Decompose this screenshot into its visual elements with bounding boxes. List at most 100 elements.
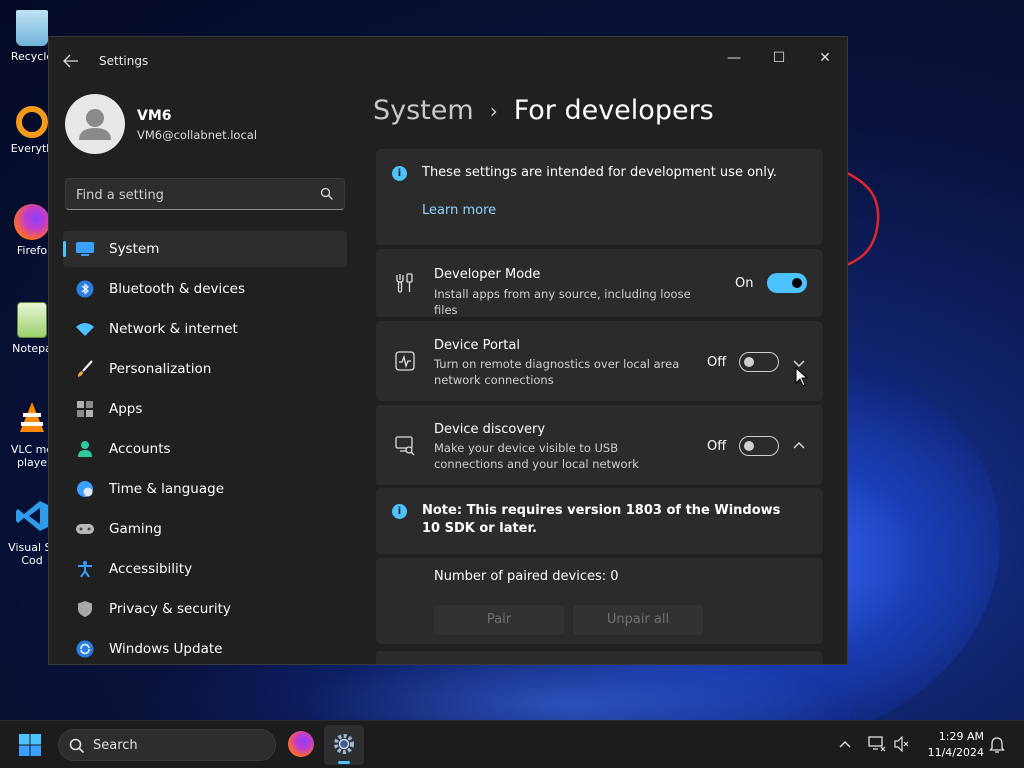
sidebar-item-label: System <box>109 241 160 257</box>
developer-tools-icon <box>396 273 413 293</box>
sidebar-item-privacy-security[interactable]: Privacy & security <box>63 591 347 627</box>
avatar[interactable] <box>65 94 125 154</box>
update-icon <box>75 639 95 659</box>
sdk-note-text: Note: This requires version 1803 of the … <box>422 503 781 536</box>
sidebar-nav: System Bluetooth & devices Network & int… <box>63 231 347 664</box>
device-discovery-icon <box>395 436 415 456</box>
breadcrumb: System › For developers <box>373 95 714 126</box>
toggle-knob <box>744 441 754 451</box>
info-text: These settings are intended for developm… <box>422 165 777 180</box>
vscode-icon <box>16 501 48 531</box>
breadcrumb-separator: › <box>489 98 498 123</box>
sidebar-item-personalization[interactable]: Personalization <box>63 351 347 387</box>
shield-icon <box>75 599 95 619</box>
next-card-partial <box>376 651 823 664</box>
accounts-icon <box>75 439 95 459</box>
back-button[interactable] <box>63 53 83 71</box>
notification-bell-icon[interactable] <box>989 736 1005 754</box>
close-button[interactable]: ✕ <box>802 43 847 73</box>
paired-devices-count: Number of paired devices: 0 <box>434 569 619 584</box>
red-annotation-curve <box>841 168 880 268</box>
device-portal-title: Device Portal <box>434 338 520 353</box>
firefox-icon <box>14 204 50 240</box>
clock-date: 11/4/2024 <box>927 746 984 759</box>
notepad-icon <box>17 302 47 338</box>
diagnostics-icon <box>395 351 415 371</box>
gear-icon <box>334 734 354 754</box>
everything-search-icon <box>16 106 48 138</box>
search-icon <box>320 187 333 200</box>
firefox-taskbar-icon[interactable] <box>288 731 314 757</box>
unpair-all-button[interactable]: Unpair all <box>573 605 703 635</box>
developer-mode-state: On <box>735 276 754 291</box>
sidebar-item-label: Windows Update <box>109 641 223 657</box>
sidebar-item-network[interactable]: Network & internet <box>63 311 347 347</box>
maximize-icon: ☐ <box>772 50 786 66</box>
toggle-knob <box>792 278 802 288</box>
network-status-icon[interactable] <box>868 736 886 752</box>
chevron-up-icon[interactable] <box>792 438 806 452</box>
breadcrumb-parent[interactable]: System <box>373 95 474 126</box>
developer-mode-toggle[interactable] <box>767 273 807 293</box>
pair-button[interactable]: Pair <box>434 605 564 635</box>
sidebar-item-apps[interactable]: Apps <box>63 391 347 427</box>
device-portal-description: Turn on remote diagnostics over local ar… <box>434 357 680 387</box>
windows-start-icon[interactable] <box>18 733 42 757</box>
device-portal-state: Off <box>707 355 727 370</box>
sidebar-item-bluetooth[interactable]: Bluetooth & devices <box>63 271 347 307</box>
developer-mode-title: Developer Mode <box>434 267 541 282</box>
system-clock[interactable]: 1:29 AM 11/4/2024 <box>922 729 984 761</box>
taskbar-search-label: Search <box>93 738 138 753</box>
active-app-indicator <box>338 761 350 764</box>
taskbar-search[interactable]: Search <box>58 729 276 761</box>
sidebar-item-label: Time & language <box>109 481 225 497</box>
info-card: i These settings are intended for develo… <box>376 149 823 245</box>
device-discovery-description: Make your device visible to USB connecti… <box>434 441 639 471</box>
sidebar-item-label: Network & internet <box>109 321 238 337</box>
search-icon <box>69 738 85 754</box>
user-name: VM6 <box>137 108 172 124</box>
settings-window: Settings — ☐ ✕ VM6 VM6@collabnet.local S… <box>48 36 848 665</box>
accessibility-icon <box>75 559 95 579</box>
system-icon <box>75 239 95 259</box>
globe-clock-icon <box>75 479 95 499</box>
chevron-up-icon[interactable] <box>838 738 852 750</box>
gamepad-icon <box>75 519 95 539</box>
sidebar-item-system[interactable]: System <box>63 231 347 267</box>
sidebar-item-label: Personalization <box>109 361 212 377</box>
user-email: VM6@collabnet.local <box>137 128 258 142</box>
user-icon <box>79 109 111 140</box>
device-discovery-state: Off <box>707 439 727 454</box>
minimize-icon: — <box>727 50 741 66</box>
sidebar-item-label: Apps <box>109 401 143 417</box>
sidebar-item-time-language[interactable]: Time & language <box>63 471 347 507</box>
brush-icon <box>75 359 95 379</box>
taskbar: Search 1:29 AM 11/4/2024 <box>0 720 1024 768</box>
apps-icon <box>75 399 95 419</box>
device-discovery-toggle[interactable] <box>739 436 779 456</box>
window-title: Settings <box>99 54 149 68</box>
find-setting-search[interactable] <box>65 178 345 210</box>
network-icon <box>75 319 95 339</box>
developer-mode-description: Install apps from any source, including … <box>434 287 691 317</box>
clock-time: 1:29 AM <box>938 730 984 743</box>
mouse-cursor-icon <box>795 367 809 387</box>
sidebar-item-label: Accessibility <box>109 561 193 577</box>
minimize-button[interactable]: — <box>711 43 757 73</box>
maximize-button[interactable]: ☐ <box>756 43 802 73</box>
volume-muted-icon[interactable] <box>894 736 910 752</box>
paired-devices-card: Number of paired devices: 0 Pair Unpair … <box>376 558 823 644</box>
developer-mode-card: Developer Mode Install apps from any sou… <box>376 249 823 317</box>
device-portal-toggle[interactable] <box>739 352 779 372</box>
toggle-knob <box>744 357 754 367</box>
sidebar-item-accessibility[interactable]: Accessibility <box>63 551 347 587</box>
sidebar-item-accounts[interactable]: Accounts <box>63 431 347 467</box>
search-input[interactable] <box>76 185 306 205</box>
sidebar-item-windows-update[interactable]: Windows Update <box>63 631 347 664</box>
sidebar-item-gaming[interactable]: Gaming <box>63 511 347 547</box>
learn-more-link[interactable]: Learn more <box>422 203 496 218</box>
settings-taskbar-button[interactable] <box>324 725 364 765</box>
vlc-icon <box>20 402 44 432</box>
device-portal-card[interactable]: Device Portal Turn on remote diagnostics… <box>376 321 823 401</box>
device-discovery-card[interactable]: Device discovery Make your device visibl… <box>376 405 823 485</box>
